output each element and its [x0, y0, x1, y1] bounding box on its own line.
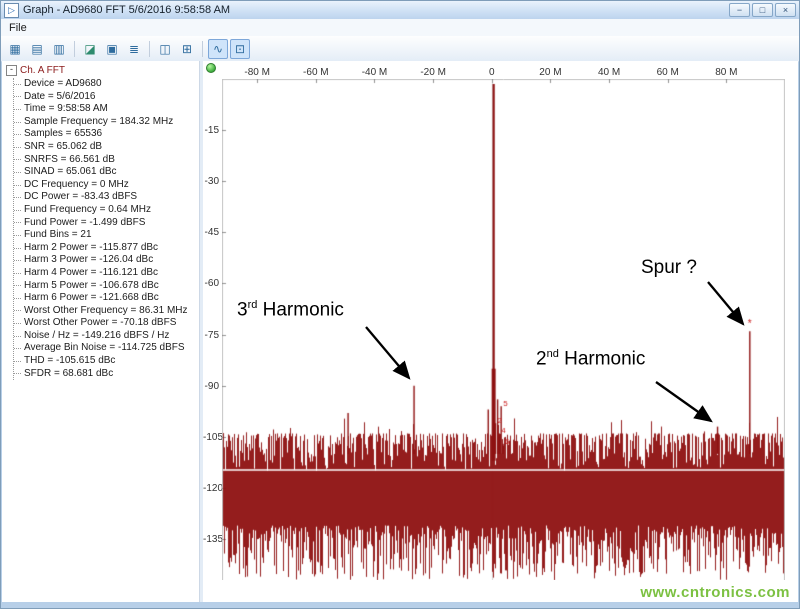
copy-button[interactable]: ◫ — [155, 39, 175, 59]
graph-view-button[interactable]: ▦ — [5, 39, 25, 59]
maximize-button[interactable]: □ — [752, 3, 773, 17]
stat-item: Fund Power = -1.499 dBFS — [14, 217, 199, 230]
y-tick-label: -75 — [204, 329, 219, 341]
stat-item: Harm 5 Power = -106.678 dBc — [14, 280, 199, 293]
stat-item: Noise / Hz = -149.216 dBFS / Hz — [14, 330, 199, 343]
export-button[interactable]: ≣ — [124, 39, 144, 59]
y-tick-label: -120 — [203, 482, 224, 494]
stat-item: SFDR = 68.681 dBc — [14, 368, 199, 381]
y-tick-label: -30 — [204, 176, 219, 188]
y-tick-label: -135 — [203, 534, 224, 546]
stat-item: DC Frequency = 0 MHz — [14, 179, 199, 192]
toggle-markers-button[interactable]: ⊡ — [230, 38, 250, 59]
collapse-icon[interactable]: - — [6, 65, 17, 76]
input-config-button[interactable]: ▥ — [49, 39, 69, 59]
sidebar: - Ch. A FFT Device = AD9680 Date = 5/6/20… — [2, 61, 200, 602]
x-tick-label: -60 M — [303, 67, 329, 78]
fft-canvas[interactable] — [222, 79, 785, 580]
watermark: www.cntronics.com — [640, 584, 790, 601]
app-icon: ▷ — [4, 2, 19, 18]
window-title: Graph - AD9680 FFT 5/6/2016 9:58:58 AM — [23, 4, 231, 16]
stat-item: Harm 4 Power = -116.121 dBc — [14, 267, 199, 280]
stat-item: Fund Bins = 21 — [14, 229, 199, 242]
stat-item: SNRFS = 66.561 dB — [14, 154, 199, 167]
menubar: File — [1, 19, 799, 37]
toolbar-separator — [202, 40, 203, 57]
stat-item: Harm 3 Power = -126.04 dBc — [14, 254, 199, 267]
toolbar: ▦ ▤ ▥ ◪ ▣ ≣ ◫ ⊞ ∿ ⊡ — [1, 36, 799, 62]
stat-item: Time = 9:58:58 AM — [14, 103, 199, 116]
window-titlebar: ▷ Graph - AD9680 FFT 5/6/2016 9:58:58 AM… — [1, 1, 799, 19]
y-tick-label: -15 — [204, 125, 219, 137]
fft-stats-list: Device = AD9680 Date = 5/6/2016 Time = 9:5… — [13, 78, 199, 381]
stat-item: DC Power = -83.43 dBFS — [14, 191, 199, 204]
y-tick-label: -90 — [204, 380, 219, 392]
x-tick-label: 20 M — [539, 67, 562, 78]
x-tick-label: -20 M — [420, 67, 446, 78]
menu-item-file[interactable]: File — [1, 21, 35, 35]
pin-button[interactable]: ◪ — [80, 39, 100, 59]
x-tick-label: 40 M — [597, 67, 621, 78]
window-controls: − □ × — [729, 3, 796, 17]
plot-area: -80 M -60 M -40 M -20 M 0 20 M 40 M 60 M 80 M -1… — [203, 61, 798, 602]
toolbar-separator — [149, 40, 150, 57]
x-tick-label: 0 — [488, 67, 495, 78]
save-button[interactable]: ▣ — [102, 39, 122, 59]
toggle-trace-button[interactable]: ∿ — [208, 38, 228, 59]
minimize-button[interactable]: − — [729, 3, 750, 17]
x-tick-label: 80 M — [715, 67, 738, 78]
x-tick-label: -40 M — [361, 67, 388, 78]
y-tick-label: -60 — [204, 278, 219, 290]
grid-button[interactable]: ⊞ — [177, 39, 197, 59]
toolbar-separator — [74, 40, 75, 57]
tree-root-label: Ch. A FFT — [20, 65, 66, 76]
stat-item: Harm 6 Power = -121.668 dBc — [14, 292, 199, 305]
status-indicator-icon — [206, 63, 216, 73]
stat-item: Worst Other Power = -70.18 dBFS — [14, 317, 199, 330]
stat-item: SINAD = 65.061 dBc — [14, 166, 199, 179]
x-tick-label: -80 M — [244, 67, 270, 78]
stat-item: Sample Frequency = 184.32 MHz — [14, 116, 199, 129]
y-tick-label: -45 — [204, 227, 219, 239]
stat-item: Average Bin Noise = -114.725 dBFS — [14, 342, 199, 355]
stat-item: SNR = 65.062 dB — [14, 141, 199, 154]
stat-item: THD = -105.615 dBc — [14, 355, 199, 368]
close-button[interactable]: × — [775, 3, 796, 17]
fft-tree-root[interactable]: - Ch. A FFT — [6, 64, 199, 77]
stat-item: Fund Frequency = 0.64 MHz — [14, 204, 199, 217]
table-view-button[interactable]: ▤ — [27, 39, 47, 59]
stat-item: Date = 5/6/2016 — [14, 91, 199, 104]
stat-item: Device = AD9680 — [14, 78, 199, 91]
stat-item: Worst Other Frequency = 86.31 MHz — [14, 305, 199, 318]
content-area: - Ch. A FFT Device = AD9680 Date = 5/6/20… — [2, 61, 798, 602]
stat-item: Samples = 65536 — [14, 128, 199, 141]
y-tick-label: -105 — [203, 431, 224, 443]
x-tick-label: 60 M — [656, 67, 679, 78]
stat-item: Harm 2 Power = -115.877 dBc — [14, 242, 199, 255]
